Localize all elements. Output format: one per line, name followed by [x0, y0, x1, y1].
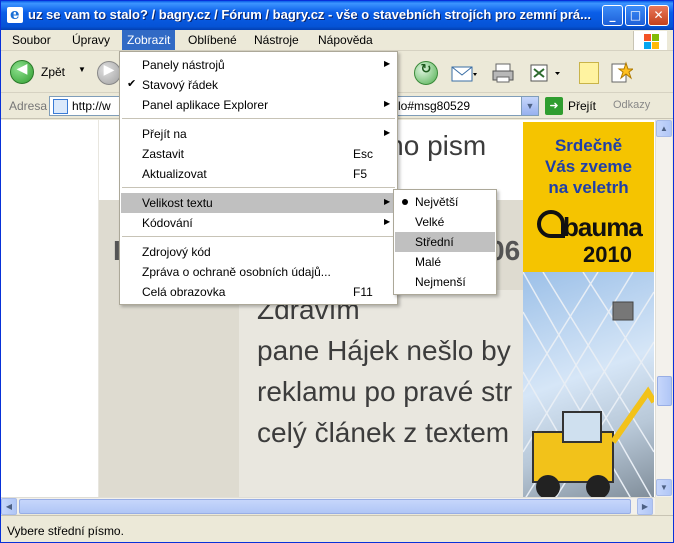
forward-arrow-icon[interactable]: ▶ [97, 61, 121, 85]
url-text-end: lo#msg80529 [398, 99, 471, 113]
menu-nastroje[interactable]: Nástroje [249, 30, 304, 50]
scroll-down-icon[interactable]: ▼ [656, 479, 672, 496]
windows-logo-icon [633, 31, 667, 50]
shortcut-esc: Esc [353, 147, 374, 161]
menu-item-source[interactable]: Zdrojový kód [121, 242, 396, 262]
go-button[interactable]: ➜ Přejít [545, 97, 605, 115]
close-button[interactable]: ✕ [648, 5, 669, 26]
scroll-right-icon[interactable]: ▶ [637, 498, 653, 515]
browser-window: uz se vam to stalo? / bagry.cz / Fórum /… [0, 0, 674, 543]
back-arrow-icon: ◀ [10, 60, 34, 84]
left-column [1, 120, 99, 497]
text-size-large[interactable]: Velké [395, 212, 495, 232]
menu-upravy[interactable]: Úpravy [67, 30, 115, 50]
menu-item-toolbars[interactable]: Panely nástrojů ▶ [121, 55, 396, 75]
print-icon[interactable] [491, 62, 515, 84]
menu-separator [122, 236, 395, 237]
url-text-start: http://w [72, 99, 111, 113]
text-size-largest[interactable]: Největší [395, 192, 495, 212]
text-size-medium[interactable]: Střední [395, 232, 495, 252]
ad-photo [523, 271, 654, 497]
menu-item-stop[interactable]: Zastavit Esc [121, 144, 396, 164]
internet-explorer-icon [7, 5, 23, 23]
menu-separator [122, 187, 395, 188]
address-label: Adresa [9, 99, 48, 113]
ad-year: 2010 [583, 242, 632, 267]
menu-item-privacy-report[interactable]: Zpráva o ochraně osobních údajů... [121, 262, 396, 282]
research-icon[interactable] [609, 61, 633, 85]
construction-photo [523, 271, 654, 497]
submenu-arrow-icon: ▶ [384, 128, 391, 137]
menu-item-status-bar[interactable]: ✔ Stavový řádek [121, 75, 396, 95]
ad-line-2: Vás zveme [545, 157, 632, 176]
scrollbar-corner [655, 497, 672, 514]
radio-selected-icon [402, 199, 408, 205]
menu-zobrazit[interactable]: Zobrazit [122, 30, 176, 50]
page-icon [53, 99, 68, 114]
scroll-up-icon[interactable]: ▲ [656, 120, 672, 137]
back-button-label: Zpět [41, 65, 66, 79]
shortcut-f5: F5 [353, 167, 368, 181]
history-icon[interactable]: ↻ [414, 61, 438, 85]
menu-bar: Soubor Úpravy Zobrazit Oblíbené Nástroje… [1, 30, 673, 51]
status-text: Vybere střední písmo. [7, 524, 124, 538]
menu-item-refresh[interactable]: Aktualizovat F5 [121, 164, 396, 184]
title-bar[interactable]: uz se vam to stalo? / bagry.cz / Fórum /… [1, 1, 673, 30]
menu-napoveda[interactable]: Nápověda [313, 30, 378, 50]
address-dropdown-icon[interactable]: ▼ [521, 97, 538, 115]
menu-item-encoding[interactable]: Kódování ▶ [121, 213, 396, 233]
vertical-scrollbar[interactable]: ▲ ▼ [655, 120, 672, 497]
links-toolbar-label[interactable]: Odkazy [613, 99, 650, 111]
vertical-scroll-thumb[interactable] [657, 376, 672, 406]
post-text-line-4: celý článek z textem [257, 417, 510, 448]
go-arrow-icon: ➜ [545, 97, 563, 115]
menu-item-explorer-bar[interactable]: Panel aplikace Explorer ▶ [121, 95, 396, 115]
menu-separator [122, 118, 395, 119]
submenu-arrow-icon: ▶ [384, 99, 391, 108]
horizontal-scroll-thumb[interactable] [19, 499, 631, 514]
dropdown-arrow-icon[interactable]: ▼ [78, 65, 86, 74]
menu-soubor[interactable]: Soubor [7, 30, 56, 50]
post-text-line-3: reklamu po pravé str [257, 376, 513, 407]
text-size-submenu: Největší Velké Střední Malé Nejmenší [393, 189, 497, 295]
ad-line-3: na veletrh [548, 178, 629, 197]
back-button[interactable]: ◀ Zpět ▼ [10, 60, 90, 86]
mail-icon[interactable] [451, 62, 477, 84]
shortcut-f11: F11 [353, 285, 373, 299]
discuss-icon[interactable] [579, 62, 599, 84]
status-bar: Vybere střední písmo. [1, 515, 673, 542]
edit-icon[interactable] [529, 62, 561, 84]
window-title: uz se vam to stalo? / bagry.cz / Fórum /… [28, 7, 591, 22]
checkmark-icon: ✔ [127, 78, 137, 90]
text-size-smallest[interactable]: Nejmenší [395, 272, 495, 292]
ad-brand: bauma [563, 212, 643, 242]
bauma-logo: bauma 2010 [533, 210, 643, 270]
scroll-left-icon[interactable]: ◀ [1, 498, 17, 515]
horizontal-scrollbar[interactable]: ◀ ▶ [1, 497, 655, 515]
minimize-button[interactable]: _ [602, 5, 623, 26]
submenu-arrow-icon: ▶ [384, 59, 391, 68]
maximize-button[interactable]: □ [625, 5, 646, 26]
submenu-arrow-icon: ▶ [384, 217, 391, 226]
go-button-label: Přejít [568, 99, 597, 113]
menu-item-text-size[interactable]: Velikost textu ▶ [121, 193, 396, 213]
bauma-advertisement[interactable]: Srdečně Vás zveme na veletrh bauma 2010 [523, 122, 654, 497]
menu-item-full-screen[interactable]: Celá obrazovka F11 [121, 282, 396, 302]
view-menu: Panely nástrojů ▶ ✔ Stavový řádek Panel … [119, 51, 398, 305]
ad-line-1: Srdečně [554, 136, 623, 155]
submenu-arrow-icon: ▶ [384, 197, 391, 206]
menu-item-go-to[interactable]: Přejít na ▶ [121, 124, 396, 144]
text-size-small[interactable]: Malé [395, 252, 495, 272]
menu-oblibene[interactable]: Oblíbené [183, 30, 242, 50]
post-text-line-2: pane Hájek nešlo by [257, 335, 511, 366]
